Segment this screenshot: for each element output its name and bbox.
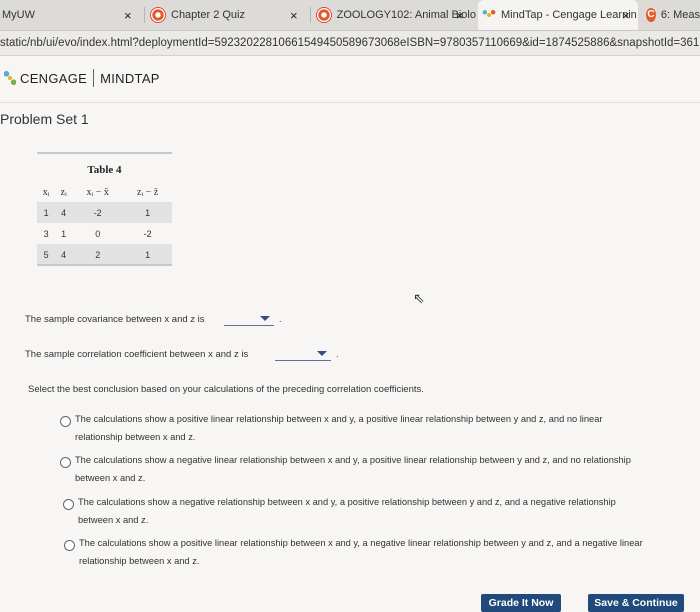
brand-logo[interactable]: CENGAGE MINDTAP [4, 69, 160, 87]
tab-mindtap[interactable]: MindTap - Cengage Learnin × [478, 0, 638, 30]
table-caption: Table 4 [87, 164, 122, 176]
chevron-down-icon [260, 316, 270, 321]
table-row: 1 4 -2 1 [37, 202, 172, 223]
option-line: relationship between x and z. [79, 556, 200, 566]
covariance-question: The sample covariance between x and z is [25, 314, 205, 325]
sentence-period: . [279, 314, 282, 324]
table-cell: 1 [37, 202, 56, 223]
tab-measures[interactable]: C 6: Meas [646, 0, 700, 30]
column-header: zᵢ − z̄ [137, 186, 159, 198]
table-cell: 3 [43, 228, 49, 239]
data-table: xᵢ zᵢ xᵢ − x̄ zᵢ − z̄ 1 4 -2 1 3 1 0 -2 … [37, 182, 172, 265]
tab-myuw[interactable]: MyUW × [0, 0, 150, 30]
option-line: The calculations show a negative relatio… [78, 497, 616, 507]
column-header: zᵢ [60, 186, 67, 198]
option-radio[interactable] [60, 457, 71, 468]
brand-cengage: CENGAGE [20, 70, 88, 86]
tab-title: MindTap - Cengage Learnin [501, 9, 637, 21]
tab-zoology[interactable]: ZOOLOGY102: Animal Biolo × [316, 0, 476, 30]
option-line: The calculations show a negative linear … [75, 455, 631, 465]
option-radio[interactable] [63, 499, 74, 510]
close-icon[interactable]: × [124, 8, 132, 23]
covariance-dropdown[interactable] [224, 313, 274, 326]
table-bottom-rule [37, 264, 172, 266]
c-logo-icon: C [646, 8, 656, 22]
correlation-question: The sample correlation coefficient betwe… [25, 349, 249, 360]
page-title: Problem Set 1 [0, 111, 89, 127]
mindtap-icon [482, 8, 496, 22]
column-header: xᵢ − x̄ [86, 186, 109, 198]
cengage-swirl-icon [316, 7, 332, 23]
table-cell: 2 [72, 244, 124, 265]
close-icon[interactable]: × [456, 8, 464, 23]
option-radio[interactable] [60, 416, 71, 427]
table-header-row: xᵢ zᵢ xᵢ − x̄ zᵢ − z̄ [37, 182, 172, 202]
option-line: The calculations show a positive linear … [79, 538, 643, 548]
brand-mindtap: MINDTAP [100, 70, 160, 86]
option-line: relationship between x and z. [75, 432, 196, 442]
chevron-down-icon [317, 351, 327, 356]
option-label[interactable]: The calculations show a positive linear … [79, 534, 643, 570]
tab-title: 6: Meas [660, 9, 700, 21]
table-cell: 1 [123, 244, 172, 265]
table-cell: -2 [143, 228, 152, 239]
table-top-rule [37, 152, 172, 154]
option-radio[interactable] [64, 540, 75, 551]
table-cell: 1 [123, 202, 172, 223]
browser-tab-bar: MyUW × Chapter 2 Quiz × ZOOLOGY102: Anim… [0, 0, 700, 31]
conclusion-prompt: Select the best conclusion based on your… [28, 384, 424, 395]
sentence-period: . [336, 349, 339, 359]
address-bar[interactable]: static/nb/ui/evo/index.html?deploymentId… [0, 31, 700, 56]
grade-it-now-button[interactable]: Grade It Now [481, 594, 561, 612]
option-line: between x and z. [75, 473, 146, 483]
tab-separator [144, 7, 145, 23]
option-label[interactable]: The calculations show a negative relatio… [78, 493, 616, 529]
table-row: 5 4 2 1 [37, 244, 172, 265]
correlation-dropdown[interactable] [275, 348, 331, 361]
table-cell: 4 [55, 244, 73, 265]
tab-separator [310, 7, 311, 23]
table-cell: 5 [37, 244, 56, 265]
table-cell: -2 [72, 202, 124, 223]
save-and-continue-button[interactable]: Save & Continue [588, 594, 684, 612]
app-header: CENGAGE MINDTAP [0, 56, 700, 103]
close-icon[interactable]: × [290, 8, 298, 23]
table-row: 3 1 0 -2 [37, 223, 172, 244]
option-label[interactable]: The calculations show a positive linear … [75, 410, 602, 446]
cengage-swirl-icon [150, 7, 166, 23]
cengage-logo-icon [4, 71, 16, 85]
close-icon[interactable]: × [622, 8, 630, 23]
column-header: xᵢ [42, 186, 50, 198]
table-cell: 0 [95, 228, 101, 239]
tab-chapter-2-quiz[interactable]: Chapter 2 Quiz × [150, 0, 310, 30]
mouse-cursor-icon: ⇖ [413, 290, 425, 306]
option-line: The calculations show a positive linear … [75, 414, 603, 424]
tab-title: MyUW [2, 9, 35, 21]
option-line: between x and z. [78, 515, 149, 525]
brand-divider [93, 69, 95, 87]
tab-title: Chapter 2 Quiz [171, 9, 245, 21]
table-cell: 1 [61, 228, 67, 239]
option-label[interactable]: The calculations show a negative linear … [75, 451, 631, 487]
table-cell: 4 [55, 202, 73, 223]
url-text: static/nb/ui/evo/index.html?deploymentId… [0, 37, 700, 49]
